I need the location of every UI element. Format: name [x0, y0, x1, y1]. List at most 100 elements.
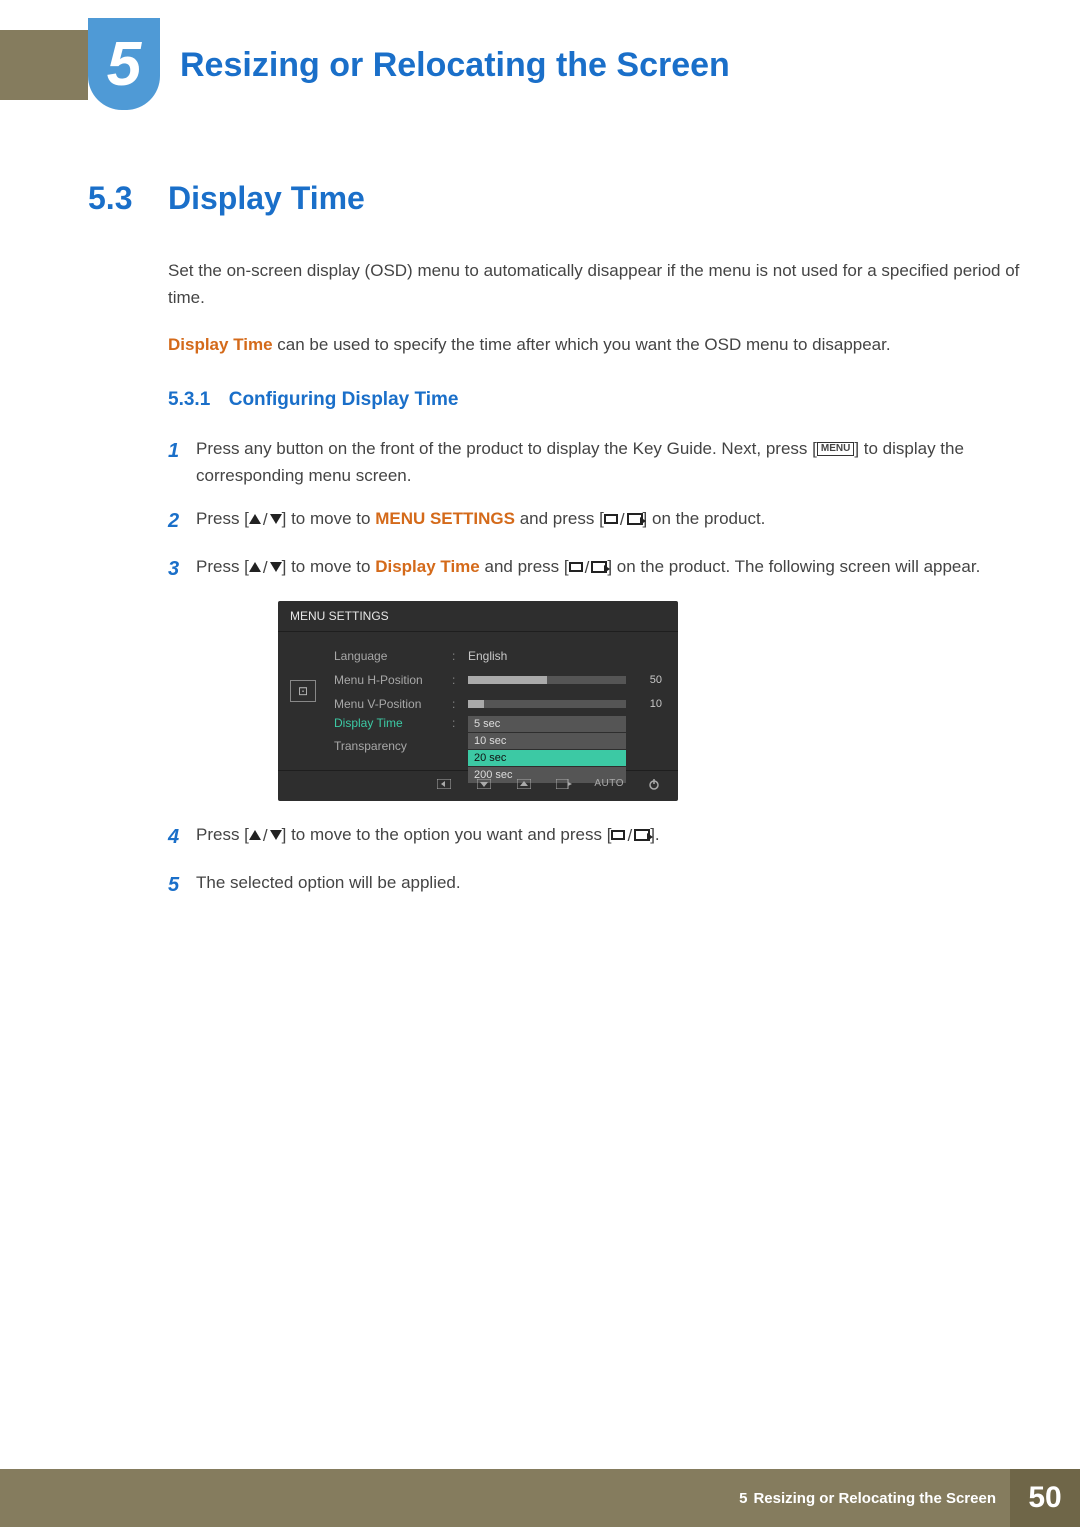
step-3-after: and press [ — [480, 557, 569, 576]
footer-left-gap — [0, 1469, 88, 1527]
steps-list: 1 Press any button on the front of the p… — [168, 435, 1020, 901]
osd-row-language: Language : English — [334, 644, 662, 668]
osd-body: ⊡ Language : English Menu H-Position : — [278, 632, 678, 770]
up-down-icon: / — [249, 822, 282, 849]
step-number: 1 — [168, 435, 196, 489]
step-3-mid: ] to move to — [282, 557, 376, 576]
osd-label-active: Display Time — [334, 716, 444, 730]
step-2-after: and press [ — [515, 509, 604, 528]
osd-label: Language — [334, 649, 444, 663]
osd-colon: : — [452, 649, 460, 663]
step-text: Press any button on the front of the pro… — [196, 435, 1020, 489]
osd-down-icon — [474, 777, 494, 791]
footer-bar: 5 Resizing or Relocating the Screen — [88, 1469, 1010, 1527]
osd-option-selected: 20 sec — [468, 750, 626, 766]
source-enter-icon: / — [611, 822, 650, 849]
up-down-icon: / — [249, 506, 282, 533]
subsection-number: 5.3.1 — [168, 389, 210, 410]
section-intro-1: Set the on-screen display (OSD) menu to … — [168, 257, 1020, 311]
section-number: 5.3 — [88, 180, 168, 217]
rect-icon — [611, 830, 625, 840]
osd-label: Menu V-Position — [334, 697, 444, 711]
osd-slider — [468, 676, 626, 684]
content-area: 5.3 Display Time Set the on-screen displ… — [88, 180, 1020, 917]
step-text: Press [ / ] to move to the option you wa… — [196, 821, 1020, 853]
osd-colon: : — [452, 673, 460, 687]
osd-value: 10 — [634, 698, 662, 710]
header-left-strip — [0, 30, 88, 100]
osd-label: Transparency — [334, 739, 444, 753]
page-footer: 5 Resizing or Relocating the Screen 50 — [0, 1469, 1080, 1527]
osd-enter-icon — [554, 777, 574, 791]
osd-power-icon — [644, 777, 664, 791]
step-1-pre: Press any button on the front of the pro… — [196, 439, 817, 458]
chapter-title: Resizing or Relocating the Screen — [180, 46, 730, 85]
enter-icon — [634, 829, 650, 841]
step-number: 3 — [168, 553, 196, 585]
osd-back-icon — [434, 777, 454, 791]
osd-title: MENU SETTINGS — [278, 601, 678, 632]
section-title: Display Time — [168, 180, 365, 217]
enter-icon — [591, 561, 607, 573]
rect-icon — [604, 514, 618, 524]
step-text: Press [ / ] to move to Display Time and … — [196, 553, 1020, 585]
step-2-hi: MENU SETTINGS — [375, 509, 515, 528]
step-2-pre: Press [ — [196, 509, 249, 528]
osd-slider — [468, 700, 626, 708]
osd-options-list: 5 sec 10 sec 20 sec 200 sec — [468, 716, 626, 784]
footer-page-number: 50 — [1010, 1469, 1080, 1527]
step-text: Press [ / ] to move to MENU SETTINGS and… — [196, 505, 1020, 537]
footer-chapter-number: 5 — [739, 1490, 747, 1507]
osd-rows: Language : English Menu H-Position : 50 — [334, 644, 662, 758]
osd-slider-fill — [468, 700, 484, 708]
step-5: 5 The selected option will be applied. — [168, 869, 1020, 901]
step-4-mid: ] to move to the option you want and pre… — [282, 825, 612, 844]
rect-icon — [569, 562, 583, 572]
osd-slider-fill — [468, 676, 547, 684]
step-4: 4 Press [ / ] to move to the option you … — [168, 821, 1020, 853]
step-number: 2 — [168, 505, 196, 537]
display-time-highlight: Display Time — [168, 335, 273, 354]
osd-option: 5 sec — [468, 716, 626, 732]
step-2: 2 Press [ / ] to move to MENU SETTINGS a… — [168, 505, 1020, 537]
osd-colon: : — [452, 697, 460, 711]
section-intro-2: Display Time can be used to specify the … — [168, 331, 1020, 358]
osd-row-hpos: Menu H-Position : 50 — [334, 668, 662, 692]
chapter-title-wrap: Resizing or Relocating the Screen — [88, 30, 1080, 100]
step-1: 1 Press any button on the front of the p… — [168, 435, 1020, 489]
step-text: The selected option will be applied. — [196, 869, 1020, 901]
step-2-mid: ] to move to — [282, 509, 376, 528]
up-down-icon: / — [249, 554, 282, 581]
triangle-down-icon — [270, 830, 282, 840]
step-3-pre: Press [ — [196, 557, 249, 576]
section-intro-2-rest: can be used to specify the time after wh… — [273, 335, 891, 354]
subsection-title: Configuring Display Time — [229, 389, 459, 410]
osd-colon: : — [452, 716, 460, 730]
triangle-up-icon — [249, 514, 261, 524]
menu-key-icon: MENU — [817, 442, 854, 456]
source-enter-icon: / — [569, 554, 608, 581]
osd-screenshot: MENU SETTINGS ⊡ Language : English M — [278, 601, 1020, 801]
triangle-up-icon — [249, 830, 261, 840]
osd-row-vpos: Menu V-Position : 10 — [334, 692, 662, 716]
footer-chapter-title: Resizing or Relocating the Screen — [753, 1490, 996, 1507]
step-3: 3 Press [ / ] to move to Display Time an… — [168, 553, 1020, 585]
osd-label: Menu H-Position — [334, 673, 444, 687]
osd-panel: MENU SETTINGS ⊡ Language : English M — [278, 601, 678, 801]
osd-value: 50 — [634, 674, 662, 686]
subsection-heading: 5.3.1 Configuring Display Time — [168, 389, 1020, 411]
step-number: 5 — [168, 869, 196, 901]
osd-auto-label: AUTO — [594, 778, 624, 789]
triangle-down-icon — [270, 514, 282, 524]
section-heading: 5.3 Display Time — [88, 180, 1020, 217]
enter-icon — [627, 513, 643, 525]
step-3-hi: Display Time — [375, 557, 480, 576]
chapter-number-badge: 5 — [88, 18, 160, 110]
step-number: 4 — [168, 821, 196, 853]
osd-value: English — [468, 649, 626, 663]
chapter-number: 5 — [107, 29, 141, 100]
osd-sidebar: ⊡ — [286, 644, 320, 758]
triangle-down-icon — [270, 562, 282, 572]
step-4-pre: Press [ — [196, 825, 249, 844]
step-2-post: ] on the product. — [643, 509, 766, 528]
